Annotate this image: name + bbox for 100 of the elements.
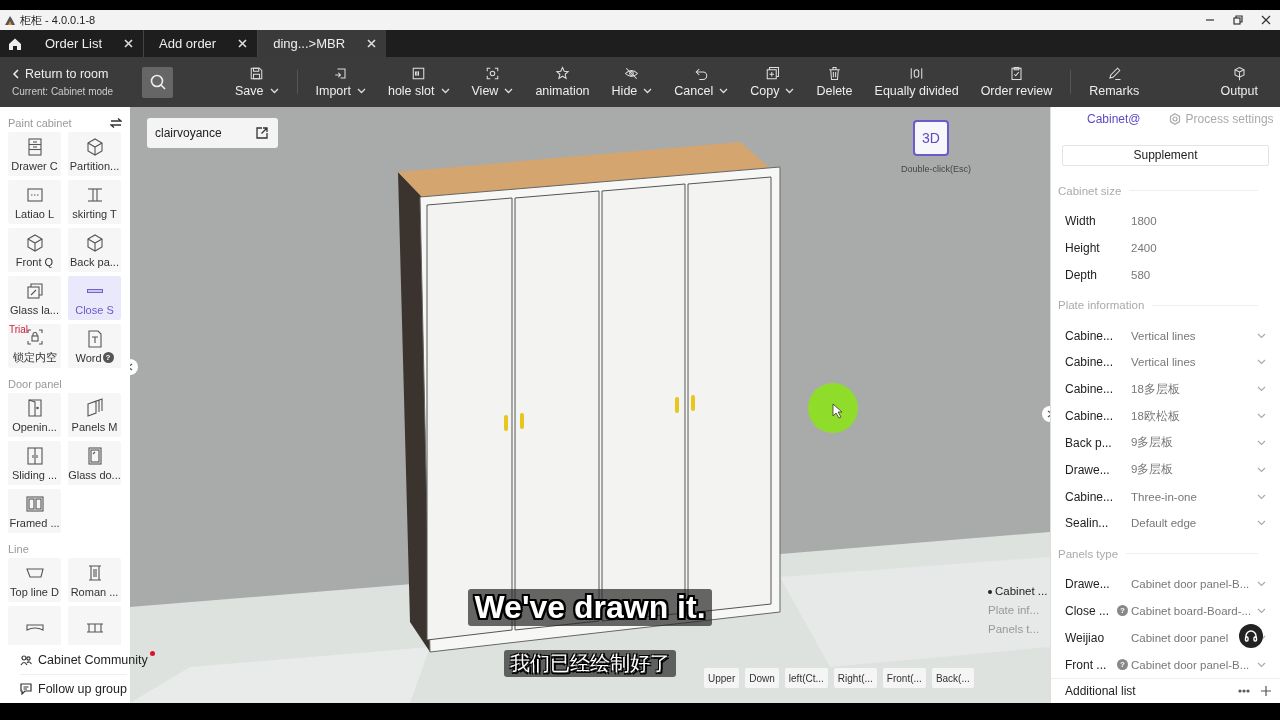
sort-icon[interactable] (110, 117, 122, 128)
tool-item[interactable]: Framed ... (8, 489, 61, 533)
toolbar-button[interactable]: animation (531, 66, 594, 98)
toolbar-button[interactable]: Copy (746, 66, 799, 98)
tool-item[interactable]: Openin... (8, 393, 61, 437)
hole-slot-icon (411, 66, 427, 81)
tab[interactable]: ding...>MBR (258, 30, 387, 57)
section-title: Panels type (1058, 547, 1119, 560)
select-value[interactable]: 9多层板 (1131, 435, 1174, 451)
select-value[interactable]: Cabinet door panel (1131, 631, 1229, 644)
help-icon[interactable]: ? (1117, 605, 1128, 617)
camera-direction-button[interactable]: Upper (704, 668, 740, 688)
tool-item[interactable]: Close S (68, 276, 121, 320)
outline-link[interactable]: Cabinet ... (988, 585, 1048, 597)
field-value[interactable]: 2400 (1131, 241, 1157, 254)
tool-item[interactable]: Sliding ... (8, 441, 61, 485)
toolbar-button[interactable]: Cancel (670, 66, 733, 98)
section-title: Paint cabinet (8, 116, 72, 129)
caret-icon[interactable] (356, 88, 366, 94)
tool-item[interactable]: Trial 锁定内空 (8, 324, 61, 368)
tool-item[interactable]: Panels M (68, 393, 121, 437)
tool-item[interactable]: Roman ... (68, 558, 121, 602)
select-value[interactable]: Cabinet door panel-B... (1131, 578, 1250, 591)
scheme-button[interactable]: clairvoyance (147, 118, 278, 148)
camera-direction-button[interactable]: Back(... (931, 668, 974, 688)
toolbar-button[interactable]: Equally divided (870, 66, 963, 98)
share-icon[interactable] (256, 127, 268, 139)
caret-icon[interactable] (719, 88, 729, 94)
toolbar-button[interactable]: Hide (607, 66, 657, 98)
search-button[interactable] (142, 66, 173, 98)
camera-direction-button[interactable]: left(Ct... (784, 668, 828, 688)
select-value[interactable]: Default edge (1131, 517, 1197, 530)
section-title: Plate information (1058, 299, 1145, 312)
select-value[interactable]: Cabinet board-Board-... (1131, 605, 1252, 617)
return-link[interactable]: Return to room (12, 67, 142, 81)
panel-tab[interactable]: Cabinet@ (1087, 111, 1141, 126)
field-label: Weijiao (1065, 630, 1106, 645)
toolbar-button[interactable]: hole slot (383, 66, 454, 98)
close-icon[interactable] (367, 39, 377, 48)
camera-direction-button[interactable]: Down (745, 668, 779, 688)
caret-icon[interactable] (785, 88, 795, 94)
section-title: Door panel (8, 377, 62, 390)
field-value[interactable]: 1800 (1131, 215, 1157, 228)
chat-icon (20, 683, 32, 695)
camera-direction-button[interactable]: Front(... (882, 668, 926, 688)
cube-icon (84, 136, 105, 157)
toolbar-button[interactable]: Output (1216, 66, 1262, 98)
toolbar-button[interactable]: View (467, 66, 518, 98)
cube-icon (24, 232, 45, 253)
field-label: Cabine... (1065, 328, 1115, 343)
tool-item[interactable]: Partition... (68, 132, 121, 176)
help-badge[interactable]: ? (102, 352, 114, 363)
tool-item[interactable]: Word ? (68, 324, 121, 368)
select-value[interactable]: Vertical lines (1131, 329, 1196, 342)
tool-item[interactable]: skirting T (68, 180, 121, 224)
toolbar-button[interactable]: Order review (976, 66, 1057, 98)
tool-item[interactable]: Drawer C (8, 132, 61, 176)
star-icon (554, 66, 570, 81)
field-label: Width (1065, 214, 1097, 229)
tool-item[interactable]: Back pa... (68, 228, 121, 272)
tool-item[interactable]: Front Q (8, 228, 61, 272)
clipboard-check-icon (1008, 66, 1024, 81)
field-label: Sealin... (1065, 516, 1110, 531)
camera-direction-button[interactable]: Right(... (833, 668, 877, 688)
view-mode-button[interactable]: 3D (913, 120, 949, 156)
select-value[interactable]: Three-in-one (1131, 490, 1197, 503)
headset-button[interactable] (1239, 624, 1263, 648)
tool-item[interactable]: Glass do... (68, 441, 121, 485)
plus-icon[interactable] (1260, 685, 1272, 698)
subtitle: We've drawn it. (468, 589, 712, 626)
section-title: Cabinet size (1058, 184, 1122, 197)
help-icon[interactable]: ? (1117, 659, 1128, 671)
field-label: Close ... (1065, 604, 1110, 618)
save-icon (249, 66, 265, 81)
cursor-highlight (808, 383, 858, 433)
close-icon[interactable] (124, 39, 134, 48)
field-label: Back p... (1065, 435, 1113, 450)
tool-item[interactable]: Glass la... (8, 276, 61, 320)
tool-item[interactable]: Top line D (8, 558, 61, 602)
select-value[interactable]: 9多层板 (1131, 462, 1174, 478)
bar-icon (86, 288, 103, 293)
supplement-button[interactable]: Supplement (1062, 144, 1269, 166)
toolbar-button[interactable]: Remarks (1085, 66, 1144, 98)
caret-icon[interactable] (440, 88, 450, 94)
toolbar-button[interactable]: Import (311, 66, 370, 98)
select-value[interactable]: Cabinet door panel-B... (1131, 658, 1250, 671)
select-value[interactable]: Vertical lines (1131, 356, 1196, 369)
field-value[interactable]: 580 (1131, 268, 1151, 281)
close-icon[interactable] (238, 39, 248, 48)
toolbar-button[interactable]: Delete (812, 66, 857, 98)
caret-icon[interactable] (504, 88, 514, 94)
copy-icon (764, 66, 780, 81)
caret-icon[interactable] (643, 88, 653, 94)
undo-icon (693, 66, 709, 81)
toolbar-button[interactable]: Save (231, 66, 283, 98)
select-value[interactable]: 18欧松板 (1131, 408, 1180, 424)
select-value[interactable]: 18多层板 (1131, 381, 1180, 397)
framed-door-icon (24, 493, 45, 514)
caret-icon[interactable] (269, 88, 279, 94)
tool-item[interactable]: Latiao L (8, 180, 61, 224)
